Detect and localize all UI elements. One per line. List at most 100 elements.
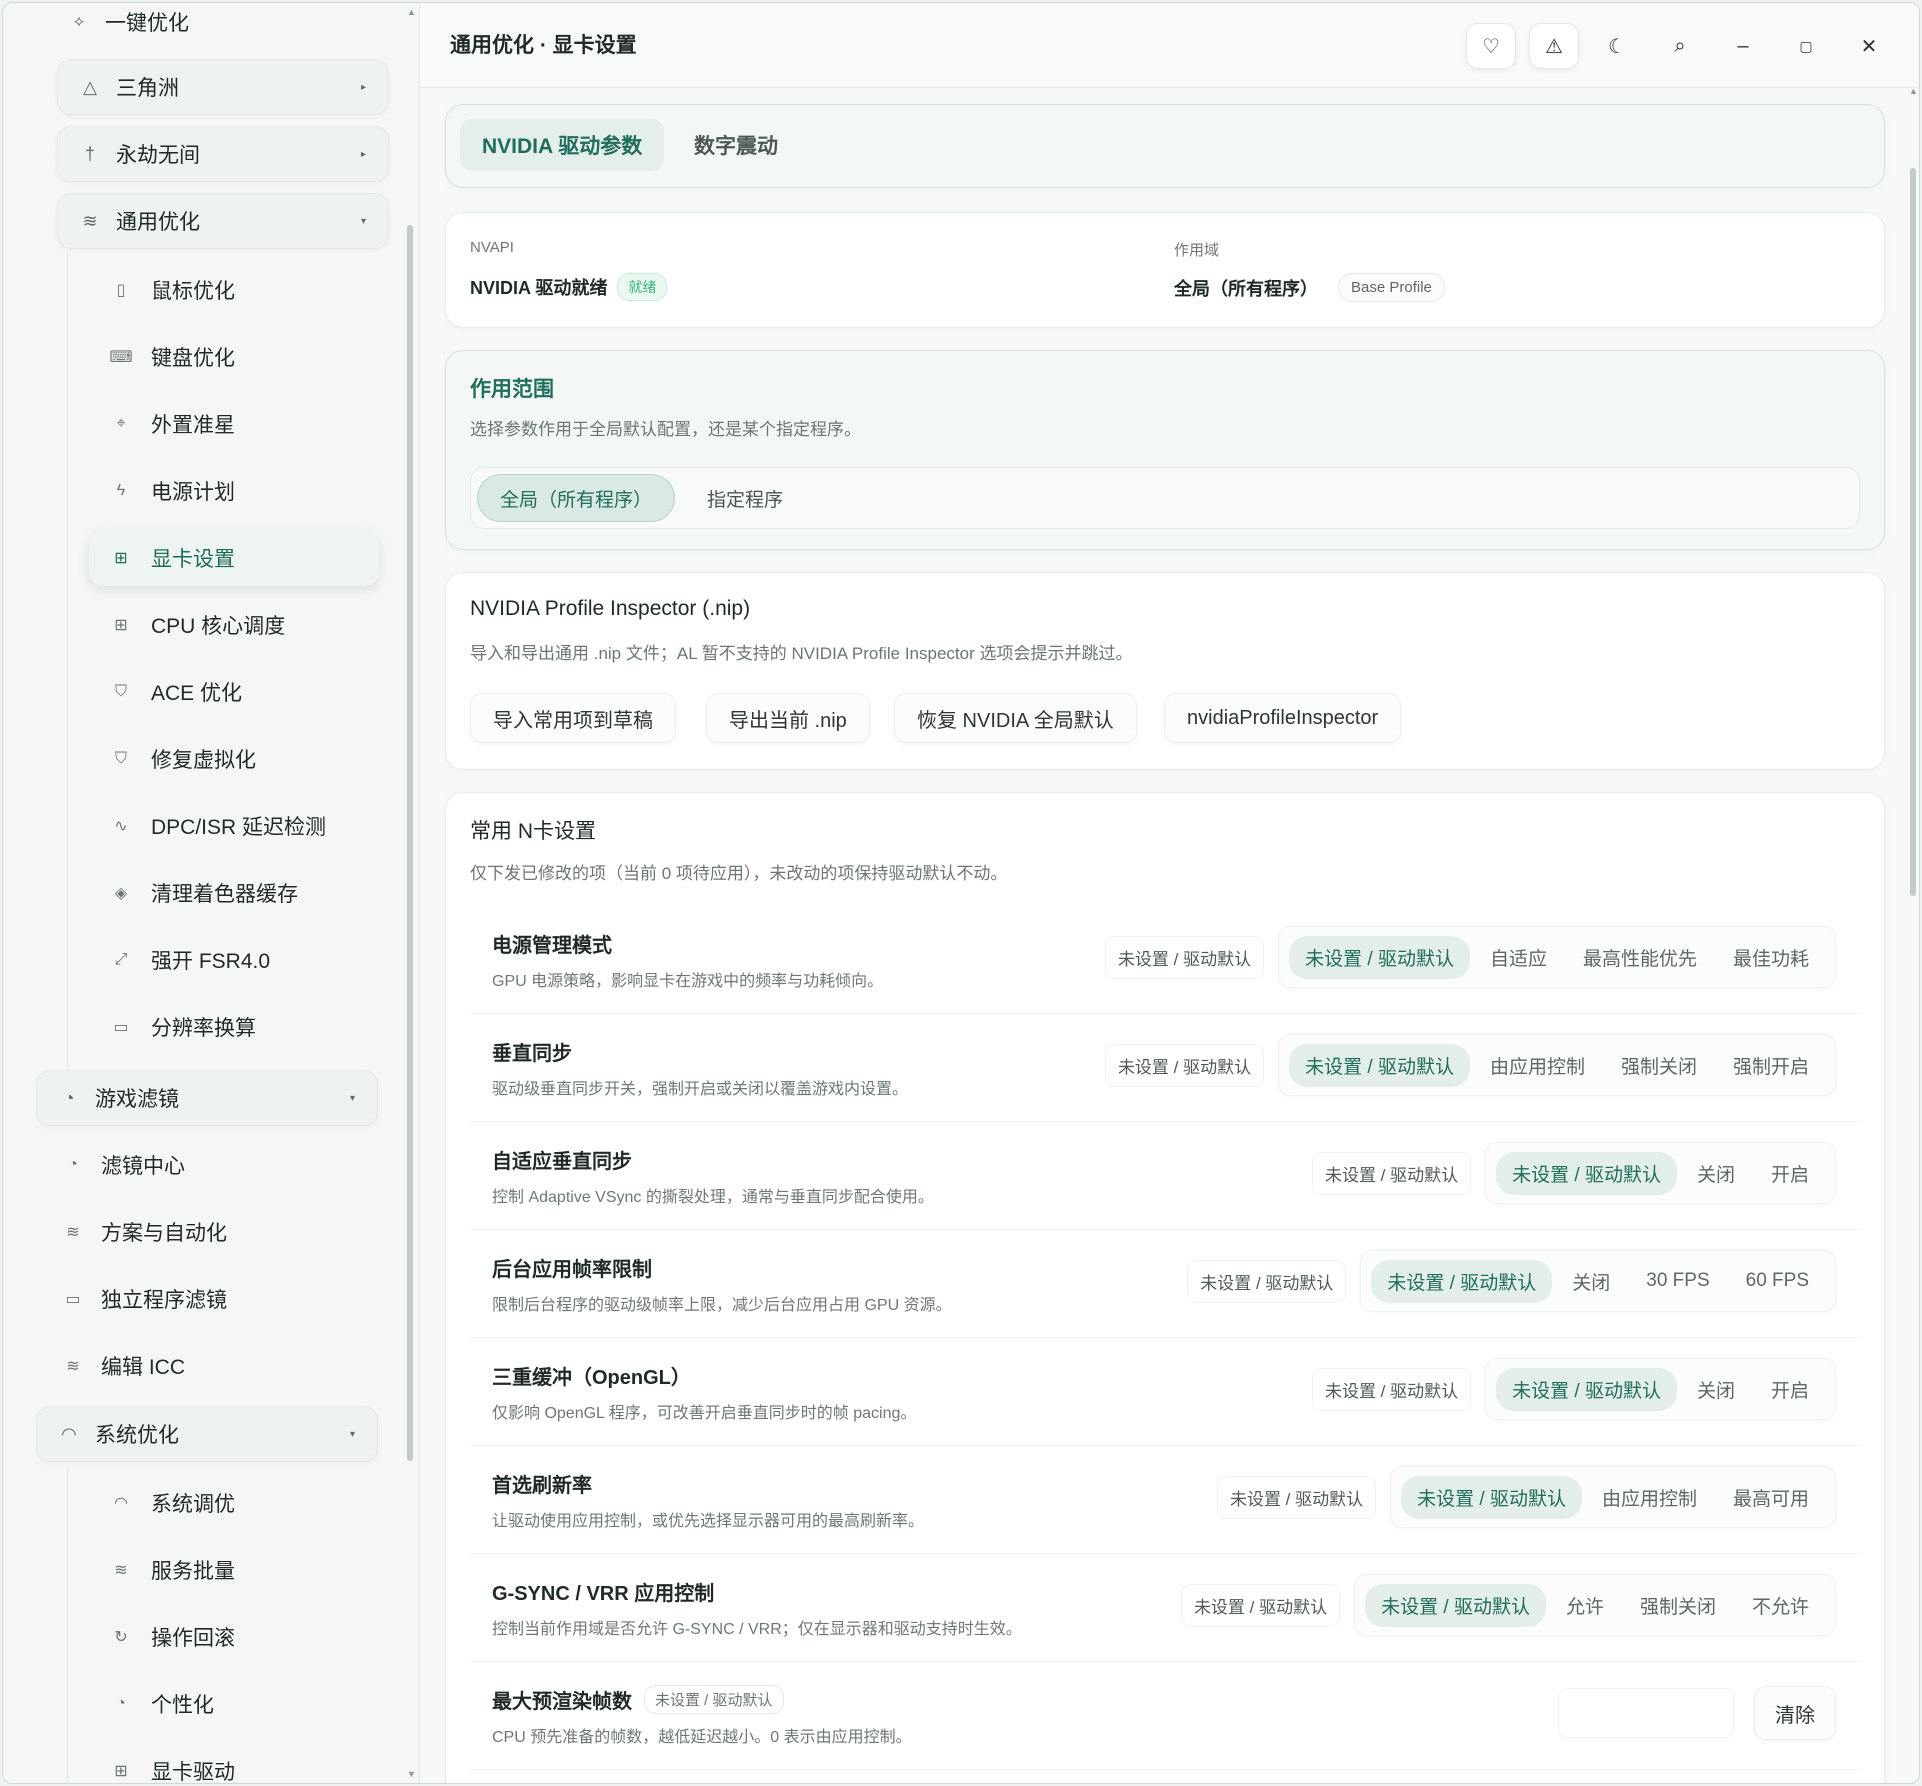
import-nip-button[interactable]: 导入常用项到草稿 bbox=[470, 693, 676, 743]
sidebar-item-mouse[interactable]: ▯ 鼠标优化 bbox=[89, 262, 379, 318]
option-app-controlled[interactable]: 由应用控制 bbox=[1586, 1476, 1713, 1519]
option-optimal-power[interactable]: 最佳功耗 bbox=[1717, 936, 1825, 979]
option-force-off[interactable]: 强制关闭 bbox=[1624, 1584, 1732, 1627]
option-default[interactable]: 未设置 / 驱动默认 bbox=[1365, 1583, 1546, 1627]
current-value-badge: 未设置 / 驱动默认 bbox=[1187, 1259, 1347, 1303]
theme-toggle-button[interactable]: ☾ bbox=[1592, 23, 1642, 69]
sidebar-item-keyboard[interactable]: ⌨ 键盘优化 bbox=[89, 329, 379, 385]
export-nip-button[interactable]: 导出当前 .nip bbox=[706, 693, 870, 743]
sidebar-item-crosshair[interactable]: ⌖ 外置准星 bbox=[89, 396, 379, 452]
tab-digital-vibrance[interactable]: 数字震动 bbox=[672, 119, 800, 171]
bolt-icon: ϟ bbox=[116, 482, 126, 499]
title-bar: 通用优化 · 显卡设置 ♡ ⚠ ☾ ⌕ – ▢ ✕ bbox=[420, 3, 1919, 88]
sidebar-item-program-filter[interactable]: ▭ 独立程序滤镜 bbox=[61, 1271, 227, 1327]
scroll-up-arrow[interactable]: ▲ bbox=[407, 7, 416, 17]
sidebar-item-ace[interactable]: ⛉ ACE 优化 bbox=[89, 664, 379, 720]
prerender-frames-input[interactable] bbox=[1558, 1688, 1734, 1738]
minimize-button[interactable]: – bbox=[1718, 23, 1768, 69]
sidebar-item-dpc[interactable]: ∿ DPC/ISR 延迟检测 bbox=[89, 798, 379, 854]
option-off[interactable]: 关闭 bbox=[1681, 1152, 1751, 1195]
option-default[interactable]: 未设置 / 驱动默认 bbox=[1289, 1043, 1470, 1087]
option-off[interactable]: 关闭 bbox=[1681, 1368, 1751, 1411]
option-default[interactable]: 未设置 / 驱动默认 bbox=[1371, 1259, 1553, 1303]
sidebar-scrollbar[interactable] bbox=[407, 225, 413, 1461]
setting-controls: 未设置 / 驱动默认 未设置 / 驱动默认 允许 强制关闭 不允许 bbox=[1180, 1574, 1836, 1636]
sidebar-group-system[interactable]: ◠ 系统优化 ▾ bbox=[36, 1406, 378, 1462]
setting-row-vsync: 垂直同步 驱动级垂直同步开关，强制开启或关闭以覆盖游戏内设置。 未设置 / 驱动… bbox=[470, 1013, 1860, 1122]
sidebar-group-general[interactable]: ≋ 通用优化 ▾ bbox=[57, 193, 389, 249]
sidebar-item-gpu-settings[interactable]: ⊞ 显卡设置 bbox=[89, 530, 379, 586]
option-60fps[interactable]: 60 FPS bbox=[1730, 1262, 1825, 1300]
option-disallow[interactable]: 不允许 bbox=[1736, 1584, 1825, 1627]
nip-card-title: NVIDIA Profile Inspector (.nip) bbox=[470, 597, 751, 620]
sidebar-item-fsr[interactable]: ⤢ 强开 FSR4.0 bbox=[89, 932, 379, 988]
option-allow[interactable]: 允许 bbox=[1550, 1584, 1620, 1627]
expand-icon: ⤢ bbox=[114, 951, 128, 968]
option-force-on[interactable]: 强制开启 bbox=[1717, 1044, 1825, 1087]
sliders-icon: ≋ bbox=[66, 1358, 80, 1375]
open-inspector-button[interactable]: nvidiaProfileInspector bbox=[1164, 693, 1402, 743]
warning-button[interactable]: ⚠ bbox=[1529, 23, 1579, 69]
option-adaptive[interactable]: 自适应 bbox=[1474, 936, 1563, 979]
sidebar-item-system-tune[interactable]: ◠ 系统调优 bbox=[89, 1475, 379, 1531]
option-force-off[interactable]: 强制关闭 bbox=[1605, 1044, 1713, 1087]
close-button[interactable]: ✕ bbox=[1844, 23, 1894, 69]
sidebar-item-one-click[interactable]: ⟡ 一键优化 bbox=[67, 7, 189, 37]
option-on[interactable]: 开启 bbox=[1755, 1152, 1825, 1195]
scroll-down-arrow[interactable]: ▼ bbox=[407, 1769, 416, 1779]
crosshair-icon: ⌖ bbox=[116, 415, 126, 432]
sidebar-item-automation[interactable]: ≋ 方案与自动化 bbox=[61, 1204, 227, 1260]
tab-nvidia-params[interactable]: NVIDIA 驱动参数 bbox=[460, 119, 665, 171]
moon-icon: ☾ bbox=[1608, 35, 1626, 58]
nip-card-desc: 导入和导出通用 .nip 文件；AL 暂不支持的 NVIDIA Profile … bbox=[470, 644, 1133, 663]
option-highest-available[interactable]: 最高可用 bbox=[1717, 1476, 1825, 1519]
sidebar-group-label: 永劫无间 bbox=[116, 144, 200, 167]
rocket-icon: ⟡ bbox=[73, 13, 85, 30]
current-value-badge: 未设置 / 驱动默认 bbox=[1216, 1475, 1377, 1519]
status-card: NVAPI NVIDIA 驱动就绪 就绪 作用域 全局（所有程序） Base P… bbox=[445, 212, 1885, 328]
main-content: NVIDIA 驱动参数 数字震动 NVAPI NVIDIA 驱动就绪 就绪 作用… bbox=[420, 86, 1919, 1783]
sidebar-item-power[interactable]: ϟ 电源计划 bbox=[89, 463, 379, 519]
maximize-button[interactable]: ▢ bbox=[1781, 23, 1831, 69]
current-value-badge: 未设置 / 驱动默认 bbox=[1311, 1151, 1472, 1195]
sidebar-item-label: 服务批量 bbox=[151, 1560, 235, 1583]
setting-name: 自适应垂直同步 bbox=[492, 1151, 632, 1173]
sidebar-item-resolution[interactable]: ▭ 分辨率换算 bbox=[89, 999, 379, 1055]
scope-option-program[interactable]: 指定程序 bbox=[685, 474, 805, 522]
sidebar-item-cpu[interactable]: ⊞ CPU 核心调度 bbox=[89, 597, 379, 653]
sidebar-item-shader-cache[interactable]: ◈ 清理着色器缓存 bbox=[89, 865, 379, 921]
option-off[interactable]: 关闭 bbox=[1556, 1260, 1626, 1303]
sidebar-group-label: 三角洲 bbox=[116, 77, 179, 100]
scroll-up-arrow[interactable]: ▲ bbox=[1909, 86, 1918, 96]
search-button[interactable]: ⌕ bbox=[1655, 23, 1705, 69]
main-scrollbar[interactable] bbox=[1910, 168, 1916, 896]
clear-button[interactable]: 清除 bbox=[1754, 1686, 1836, 1740]
option-30fps[interactable]: 30 FPS bbox=[1630, 1262, 1725, 1300]
sidebar-item-filter-center[interactable]: ◔ 滤镜中心 bbox=[61, 1137, 185, 1193]
option-default[interactable]: 未设置 / 驱动默认 bbox=[1401, 1475, 1582, 1519]
sidebar-item-services[interactable]: ≋ 服务批量 bbox=[89, 1542, 379, 1598]
caret-down-icon: ▾ bbox=[349, 1428, 355, 1440]
sidebar-item-gpu-driver[interactable]: ⊞ 显卡驱动 bbox=[89, 1743, 379, 1783]
setting-row-triple-buffer: 三重缓冲（OpenGL） 仅影响 OpenGL 程序，可改善开启垂直同步时的帧 … bbox=[470, 1337, 1860, 1446]
gauge-icon: ◠ bbox=[61, 1423, 77, 1444]
option-max-performance[interactable]: 最高性能优先 bbox=[1567, 936, 1713, 979]
sidebar-item-personalize[interactable]: ◔ 个性化 bbox=[89, 1676, 379, 1732]
gauge-icon: ◠ bbox=[114, 1495, 128, 1512]
option-default[interactable]: 未设置 / 驱动默认 bbox=[1496, 1151, 1677, 1195]
sidebar-group-naraka[interactable]: † 永劫无间 ▸ bbox=[57, 126, 389, 182]
sidebar-group-delta[interactable]: △ 三角洲 ▸ bbox=[57, 59, 389, 115]
setting-controls: 未设置 / 驱动默认 未设置 / 驱动默认 由应用控制 强制关闭 强制开启 bbox=[1104, 1034, 1836, 1096]
restore-defaults-button[interactable]: 恢复 NVIDIA 全局默认 bbox=[894, 693, 1137, 743]
scope-option-global[interactable]: 全局（所有程序） bbox=[477, 474, 676, 522]
option-app-controlled[interactable]: 由应用控制 bbox=[1474, 1044, 1601, 1087]
favorite-button[interactable]: ♡ bbox=[1466, 23, 1516, 69]
current-value-badge: 未设置 / 驱动默认 bbox=[1180, 1583, 1341, 1627]
option-default[interactable]: 未设置 / 驱动默认 bbox=[1496, 1367, 1677, 1411]
sidebar-item-virtualization[interactable]: ⛉ 修复虚拟化 bbox=[89, 731, 379, 787]
option-default[interactable]: 未设置 / 驱动默认 bbox=[1289, 935, 1470, 979]
sidebar-item-icc[interactable]: ≋ 编辑 ICC bbox=[61, 1338, 185, 1394]
option-on[interactable]: 开启 bbox=[1755, 1368, 1825, 1411]
sidebar-item-rollback[interactable]: ↻ 操作回滚 bbox=[89, 1609, 379, 1665]
sidebar-group-game-filter[interactable]: ◔ 游戏滤镜 ▾ bbox=[36, 1070, 378, 1126]
